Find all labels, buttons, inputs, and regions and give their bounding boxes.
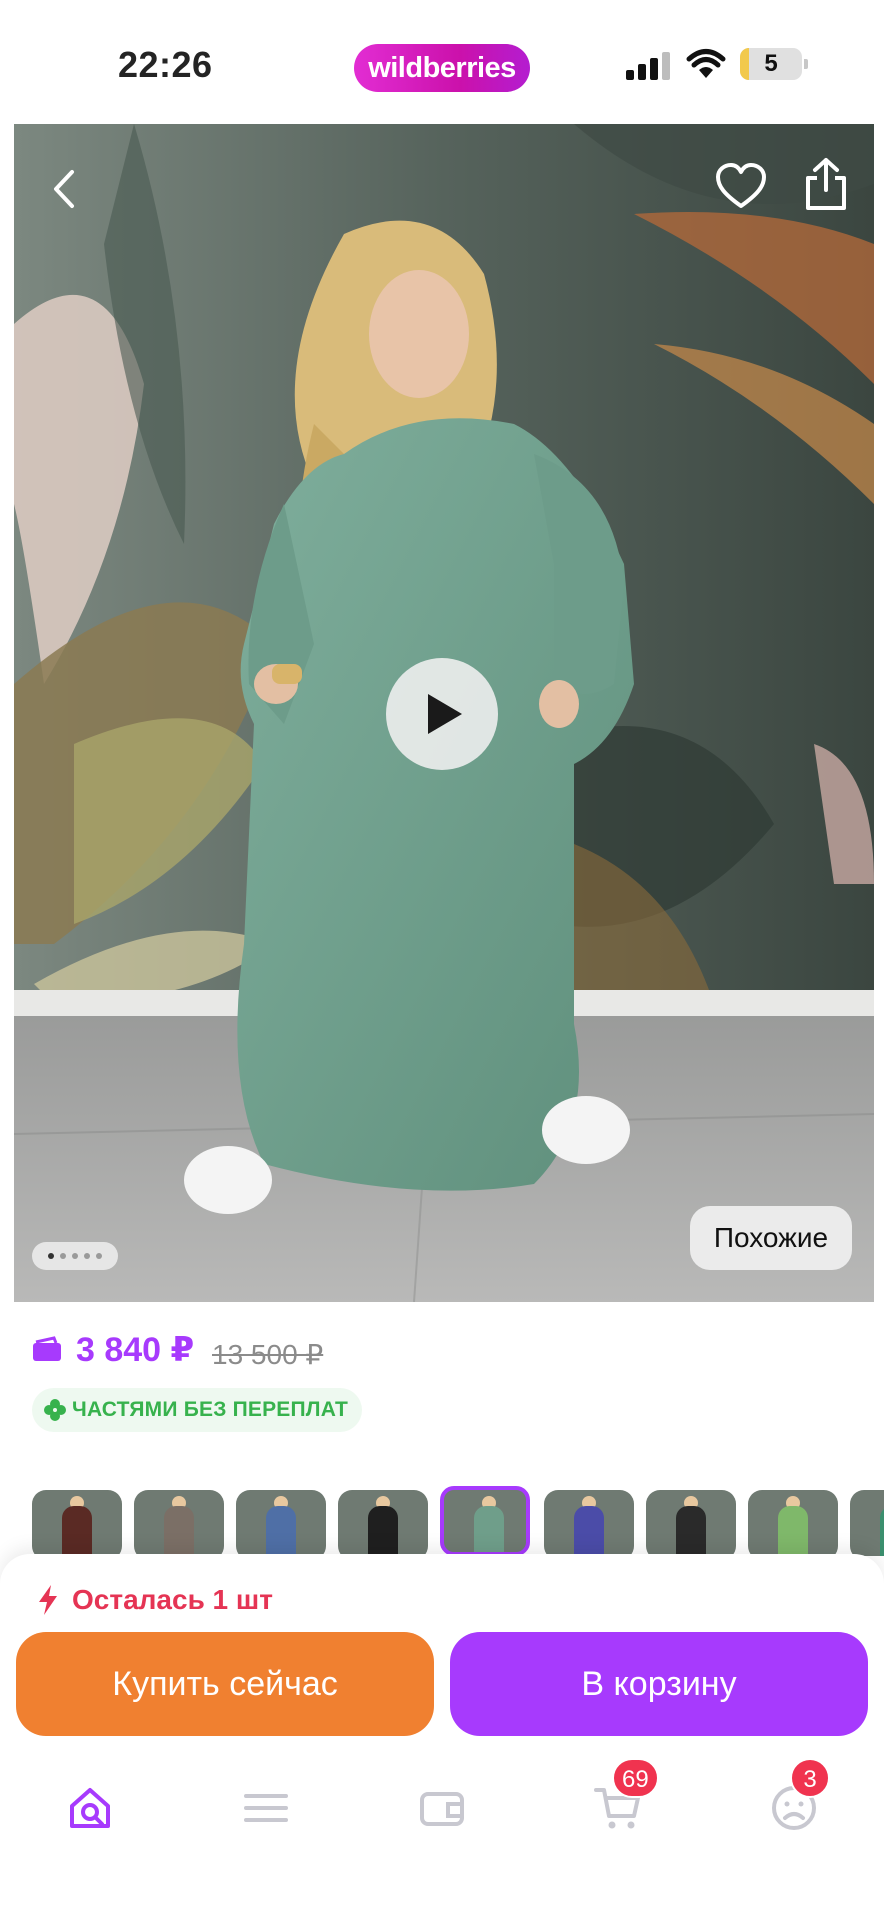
status-bar: 22:26 wildberries 5 — [0, 0, 884, 124]
add-to-cart-button[interactable]: В корзину — [450, 1632, 868, 1736]
variant-thumbnail[interactable] — [748, 1490, 838, 1556]
installment-badge[interactable]: ЧАСТЯМИ БЕЗ ПЕРЕПЛАТ — [32, 1388, 363, 1432]
variant-thumbnail[interactable] — [646, 1490, 736, 1556]
back-chevron-icon[interactable] — [40, 164, 90, 214]
similar-products-button[interactable]: Похожие — [690, 1206, 852, 1270]
menu-icon — [244, 1794, 288, 1822]
variant-thumbnail[interactable] — [236, 1490, 326, 1556]
cellular-signal-icon — [626, 52, 670, 80]
clover-icon — [44, 1399, 66, 1421]
share-icon[interactable] — [800, 156, 852, 212]
variant-thumbnail[interactable] — [32, 1490, 122, 1556]
old-price: 13 500 ₽ — [212, 1339, 324, 1370]
home-search-icon — [70, 1788, 110, 1828]
variant-thumbnail[interactable] — [544, 1490, 634, 1556]
tab-cart[interactable]: 69 — [572, 1758, 662, 1854]
variant-thumbnail[interactable] — [850, 1490, 884, 1556]
wallet-price-icon — [33, 1336, 61, 1361]
status-time: 22:26 — [118, 44, 213, 85]
current-price: 3 840 ₽ — [76, 1331, 195, 1369]
tab-wallet[interactable] — [396, 1764, 486, 1854]
battery-icon: 5 — [740, 48, 808, 80]
tab-catalog[interactable] — [220, 1764, 310, 1854]
variant-thumbnail[interactable] — [134, 1490, 224, 1556]
cart-count-badge: 69 — [612, 1758, 659, 1798]
buy-now-button[interactable]: Купить сейчас — [16, 1632, 434, 1736]
brand-logo: wildberries — [354, 44, 530, 92]
color-variants-strip[interactable] — [32, 1486, 884, 1556]
wifi-icon — [686, 49, 726, 78]
installment-label: ЧАСТЯМИ БЕЗ ПЕРЕПЛАТ — [72, 1398, 349, 1421]
tab-profile[interactable]: 3 — [748, 1758, 838, 1854]
variant-thumbnail[interactable] — [338, 1490, 428, 1556]
favorite-heart-icon[interactable] — [714, 160, 768, 214]
gallery-pager — [32, 1242, 118, 1270]
play-icon — [428, 694, 462, 734]
wallet-icon — [420, 1792, 464, 1826]
product-page: 22:26 wildberries 5 Похожие 3 840 ₽ 13 5… — [0, 0, 884, 1920]
lightning-icon — [39, 1585, 57, 1615]
stock-label: Осталась 1 шт — [72, 1584, 273, 1615]
purchase-sheet: Осталась 1 шт Купить сейчас В корзину 69… — [0, 1554, 884, 1920]
product-photo-gallery[interactable]: Похожие — [14, 124, 874, 1302]
battery-level: 5 — [764, 50, 778, 77]
variant-thumbnail-selected[interactable] — [440, 1486, 530, 1556]
play-video-button[interactable] — [386, 658, 498, 770]
profile-notification-badge: 3 — [790, 1758, 830, 1798]
bottom-tab-bar: 69 3 — [0, 1758, 884, 1854]
tab-home[interactable] — [44, 1764, 134, 1854]
